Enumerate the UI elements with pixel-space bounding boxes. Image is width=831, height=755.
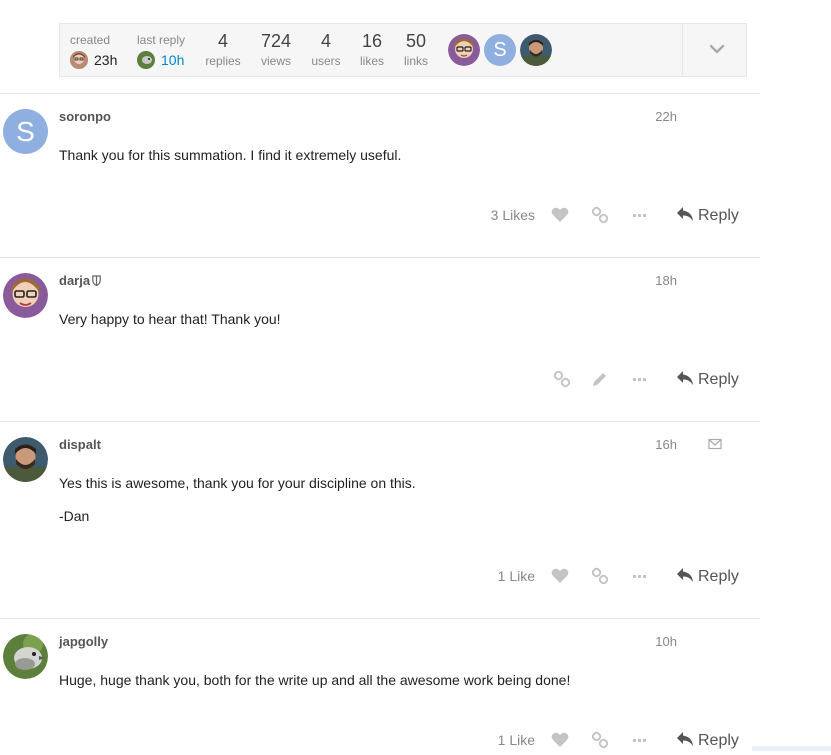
username: darja [59, 273, 91, 288]
bottom-right-overlay [752, 746, 831, 751]
link-icon[interactable] [590, 566, 610, 586]
username-row[interactable]: darja [59, 273, 101, 289]
more-icon[interactable] [629, 730, 649, 750]
heart-icon[interactable] [550, 205, 570, 225]
more-icon[interactable] [629, 369, 649, 389]
post-date[interactable]: 16h [655, 437, 677, 452]
topic-map-divider [682, 24, 683, 76]
participant-avatar-soronpo[interactable]: S [484, 34, 516, 66]
stat-links-value: 50 [405, 31, 427, 51]
reply-label: Reply [698, 371, 739, 388]
post-body-line-1: Yes this is awesome, thank you for your … [59, 475, 416, 491]
post-dispalt: dispalt 16h Yes this is awesome, thank y… [0, 421, 760, 618]
username[interactable]: soronpo [59, 109, 111, 124]
username[interactable]: dispalt [59, 437, 101, 452]
stat-replies-label: replies [205, 54, 241, 68]
last-replier-avatar [137, 51, 155, 69]
post-body: Very happy to hear that! Thank you! [59, 311, 281, 327]
avatar[interactable]: S [3, 109, 48, 154]
pencil-icon[interactable] [590, 369, 610, 389]
reply-icon [677, 207, 693, 221]
post-body: Thank you for this summation. I find it … [59, 147, 402, 163]
topic-map: created 23h last reply 10h 4 replies 724… [59, 23, 747, 77]
stat-likes-label: likes [359, 54, 384, 68]
reply-label: Reply [698, 732, 739, 749]
post-soronpo: S soronpo 22h Thank you for this summati… [0, 93, 760, 257]
post-date[interactable]: 10h [655, 634, 677, 649]
post-body-line-2: -Dan [59, 508, 90, 524]
stat-users-label: users [311, 54, 341, 68]
heart-icon[interactable] [550, 566, 570, 586]
link-icon[interactable] [552, 369, 572, 389]
last-reply-label: last reply [137, 33, 186, 47]
creator-avatar [70, 51, 88, 69]
reply-icon [677, 371, 693, 385]
post-darja: darja 18h Very happy to hear that! Thank… [0, 257, 760, 421]
like-count[interactable]: 1 Like [480, 732, 535, 748]
avatar[interactable] [3, 437, 48, 482]
reply-icon [677, 568, 693, 582]
reply-label: Reply [698, 207, 739, 224]
envelope-icon [708, 437, 722, 451]
link-icon[interactable] [590, 730, 610, 750]
heart-icon[interactable] [550, 730, 570, 750]
post-date[interactable]: 18h [655, 273, 677, 288]
created-time: 23h [94, 52, 118, 68]
avatar[interactable] [3, 273, 48, 318]
created-label: created [70, 33, 111, 47]
reply-button[interactable]: Reply [676, 567, 739, 586]
reply-button[interactable]: Reply [676, 206, 739, 225]
reply-button[interactable]: Reply [676, 370, 739, 389]
participant-avatar-dispalt[interactable] [520, 34, 552, 66]
stat-replies-value: 4 [217, 31, 228, 51]
username[interactable]: japgolly [59, 634, 108, 649]
participant-avatar-darja[interactable] [448, 34, 480, 66]
link-icon[interactable] [590, 205, 610, 225]
stat-users-value: 4 [320, 31, 331, 51]
stat-views-label: views [260, 54, 291, 68]
reply-label: Reply [698, 568, 739, 585]
like-count[interactable]: 1 Like [480, 568, 535, 584]
more-icon[interactable] [629, 566, 649, 586]
post-body: Huge, huge thank you, both for the write… [59, 672, 571, 688]
like-count[interactable]: 3 Likes [480, 207, 535, 223]
reply-button[interactable]: Reply [676, 731, 739, 750]
stat-views-value: 724 [260, 31, 292, 51]
avatar[interactable] [3, 634, 48, 679]
reply-icon [677, 732, 693, 746]
post-date[interactable]: 22h [655, 109, 677, 124]
shield-icon [92, 274, 101, 289]
chevron-down-icon[interactable] [706, 38, 728, 60]
stat-links-label: links [403, 54, 428, 68]
post-japgolly: japgolly 10h Huge, huge thank you, both … [0, 618, 760, 751]
stat-likes-value: 16 [361, 31, 383, 51]
more-icon[interactable] [629, 205, 649, 225]
last-reply-time: 10h [161, 52, 185, 68]
